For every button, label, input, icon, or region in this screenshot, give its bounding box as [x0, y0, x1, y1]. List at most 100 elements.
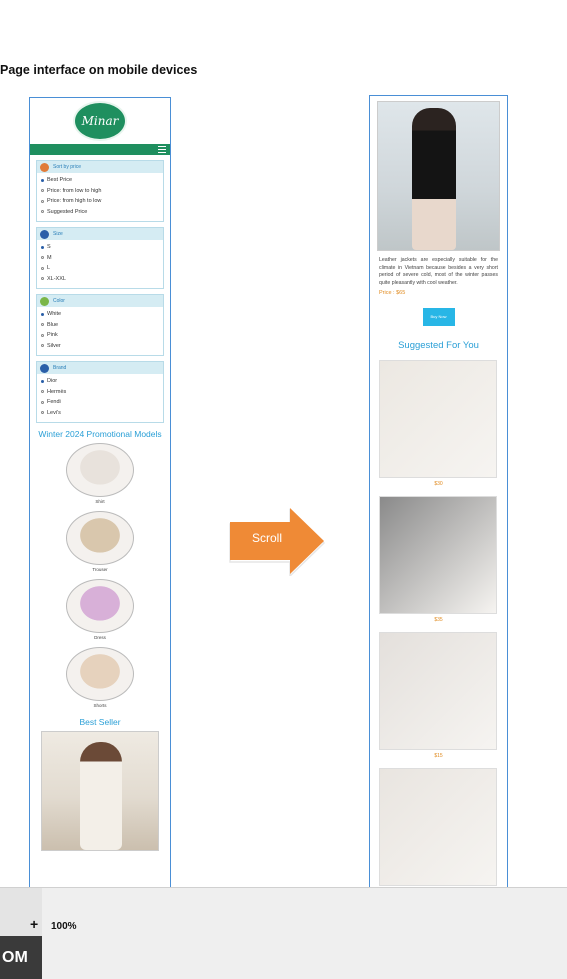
- radio-empty-icon: [41, 189, 44, 193]
- filter-option-label: Best Price: [47, 177, 73, 184]
- filter-option[interactable]: Pink: [41, 330, 159, 341]
- promo-image[interactable]: [66, 443, 134, 497]
- suggested-product[interactable]: $35: [379, 495, 498, 623]
- filter-header[interactable]: Color: [37, 295, 163, 307]
- page-caption: Page interface on mobile devices: [0, 63, 198, 77]
- suggested-product[interactable]: $30: [379, 359, 498, 487]
- model-figure: [412, 108, 456, 250]
- promo-item[interactable]: Dress: [30, 579, 170, 643]
- filter-options: Dior Hermès Fendi Levi's: [37, 374, 163, 422]
- best-seller-image[interactable]: [41, 731, 159, 851]
- promo-label: Shirt: [95, 499, 105, 504]
- filter-header[interactable]: Sort by price: [37, 161, 163, 173]
- radio-empty-icon: [41, 323, 44, 327]
- buy-now-button[interactable]: Buy Now: [422, 307, 455, 326]
- filter-group: Sort by price Best Price Price: from low t…: [36, 160, 164, 222]
- filter-option[interactable]: L: [41, 263, 159, 274]
- filter-option-label: M: [47, 254, 52, 261]
- brand-fragment: OM: [0, 936, 42, 979]
- filter-group: Brand Dior Hermès Fendi Levi's: [36, 361, 164, 423]
- filter-title: Size: [53, 231, 63, 237]
- filter-option[interactable]: XL-XXL: [41, 274, 159, 285]
- product-image[interactable]: [379, 359, 497, 478]
- promo-item[interactable]: Shirt: [30, 443, 170, 507]
- viewer-toolbar: OM + 100%: [0, 887, 567, 979]
- product-description: Leather jackets are especially suitable …: [379, 257, 498, 287]
- filter-option[interactable]: Dior: [41, 376, 159, 387]
- sort-icon: [40, 162, 49, 172]
- promo-image[interactable]: [66, 647, 134, 701]
- brand-logo[interactable]: Minar: [73, 101, 127, 141]
- filter-option[interactable]: Fendi: [41, 397, 159, 408]
- promo-label: Trouser: [92, 567, 108, 572]
- radio-selected-icon: [41, 245, 44, 249]
- radio-empty-icon: [41, 266, 44, 270]
- promo-image[interactable]: [66, 511, 134, 565]
- filter-option[interactable]: S: [41, 242, 159, 253]
- promo-section-title: Winter 2024 Promotional Models: [38, 429, 162, 439]
- mobile-detail-page[interactable]: Leather jackets are especially suitable …: [369, 95, 508, 887]
- filter-option-label: Silver: [47, 342, 61, 349]
- filter-option-label: Blue: [47, 321, 59, 328]
- radio-empty-icon: [41, 411, 44, 415]
- filter-option-label: Price: from high to low: [47, 198, 102, 205]
- screenshot-page: Page interface on mobile devices Minar S…: [0, 0, 567, 979]
- nav-bar: [30, 144, 170, 155]
- filter-option-label: XL-XXL: [47, 275, 66, 282]
- mobile-listing-page[interactable]: Minar Sort by price Best Price Price: from…: [29, 97, 171, 887]
- product-image[interactable]: [379, 767, 497, 886]
- promo-item[interactable]: Shorts: [30, 647, 170, 711]
- suggested-product[interactable]: [379, 767, 498, 886]
- filter-options: S M L XL-XXL: [37, 240, 163, 288]
- filter-option-label: Hermès: [47, 388, 67, 395]
- filter-option[interactable]: M: [41, 253, 159, 264]
- filter-option[interactable]: Price: from low to high: [41, 186, 159, 197]
- product-image[interactable]: [379, 495, 497, 614]
- scroll-label: Scroll: [251, 531, 282, 545]
- filter-option[interactable]: Blue: [41, 320, 159, 331]
- filter-option[interactable]: Best Price: [41, 175, 159, 186]
- suggested-product-list: $30 $35 $15: [370, 359, 507, 886]
- promo-label: Dress: [94, 635, 106, 640]
- filter-option-label: S: [47, 244, 51, 251]
- filter-option-label: Suggested Price: [47, 208, 88, 215]
- filter-title: Sort by price: [53, 164, 82, 170]
- filter-option[interactable]: Silver: [41, 341, 159, 352]
- hamburger-menu-icon[interactable]: [158, 146, 166, 153]
- radio-empty-icon: [41, 400, 44, 404]
- promo-list: Shirt Trouser Dress Shorts: [30, 443, 170, 711]
- suggested-product[interactable]: $15: [379, 631, 498, 759]
- radio-empty-icon: [41, 210, 44, 214]
- promo-image[interactable]: [66, 579, 134, 633]
- filter-option-label: Levi's: [47, 409, 61, 416]
- filter-title: Brand: [53, 365, 67, 371]
- filter-option-label: Pink: [47, 332, 58, 339]
- logo-area: Minar: [30, 98, 170, 144]
- filter-title: Color: [53, 298, 65, 304]
- promo-item[interactable]: Trouser: [30, 511, 170, 575]
- filter-options: White Blue Pink Silver: [37, 307, 163, 355]
- radio-empty-icon: [41, 277, 44, 281]
- filter-option-label: Dior: [47, 378, 58, 385]
- product-image[interactable]: [379, 631, 497, 750]
- filter-option-label: L: [47, 265, 51, 272]
- filter-header[interactable]: Size: [37, 228, 163, 240]
- brand-icon: [40, 363, 49, 373]
- filter-option[interactable]: Suggested Price: [41, 207, 159, 218]
- filter-options: Best Price Price: from low to high Price: …: [37, 173, 163, 221]
- radio-empty-icon: [41, 256, 44, 260]
- filter-panel: Sort by price Best Price Price: from low t…: [30, 160, 170, 423]
- radio-selected-icon: [41, 178, 44, 182]
- filter-option[interactable]: Hermès: [41, 387, 159, 398]
- filter-option-label: Price: from low to high: [47, 187, 102, 194]
- radio-empty-icon: [41, 344, 44, 348]
- hero-product-image[interactable]: [377, 101, 500, 251]
- size-icon: [40, 229, 49, 239]
- filter-group: Size S M L XL-XXL: [36, 227, 164, 289]
- filter-header[interactable]: Brand: [37, 362, 163, 374]
- filter-option[interactable]: Price: from high to low: [41, 196, 159, 207]
- filter-group: Color White Blue Pink Silver: [36, 294, 164, 356]
- filter-option[interactable]: Levi's: [41, 408, 159, 419]
- filter-option[interactable]: White: [41, 309, 159, 320]
- zoom-in-button[interactable]: +: [30, 916, 38, 932]
